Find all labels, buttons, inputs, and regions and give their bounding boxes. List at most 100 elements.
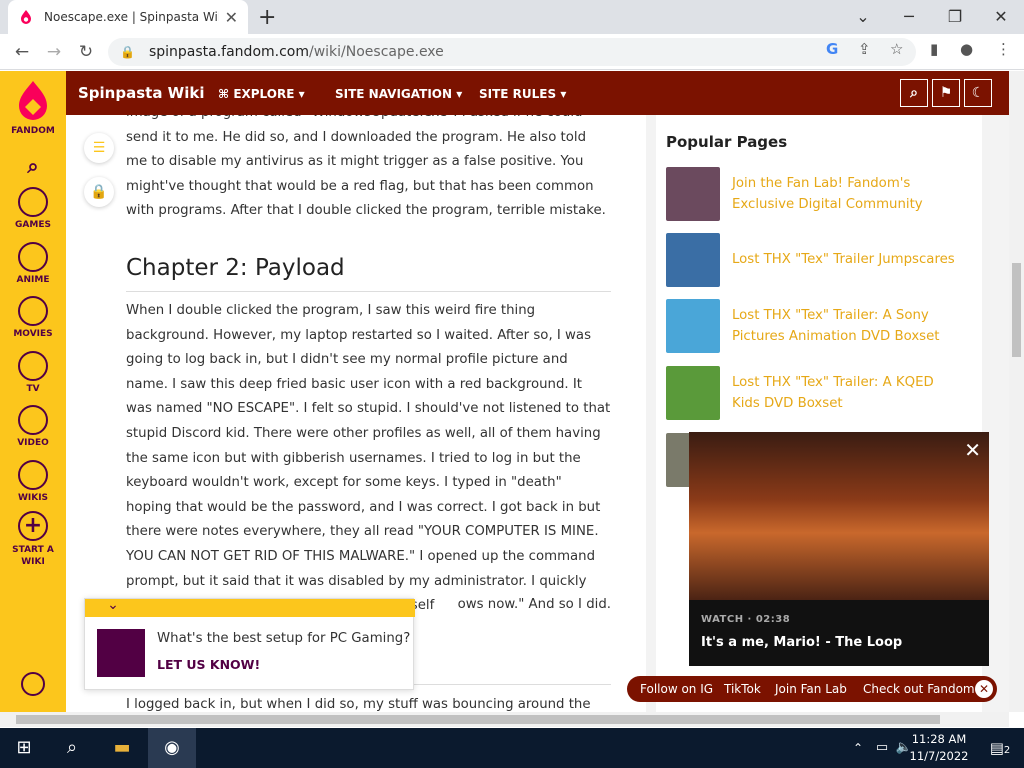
social-link-tiktok[interactable]: TikTok: [724, 682, 761, 696]
lock-icon[interactable]: 🔒: [84, 177, 114, 207]
poll-cta-link[interactable]: LET US KNOW!: [157, 657, 260, 672]
nav-site-navigation[interactable]: SITE NAVIGATION ▾: [335, 87, 462, 101]
restore-button[interactable]: ❐: [932, 3, 978, 31]
rail-search[interactable]: ⌕: [0, 151, 66, 184]
popular-page-item[interactable]: Lost THX "Tex" Trailer Jumpscares: [666, 233, 966, 287]
chrome-menu-icon[interactable]: ⋮: [996, 40, 1011, 58]
play-icon: [18, 405, 48, 435]
windows-start-icon[interactable]: ⊞: [0, 728, 48, 768]
search-icon: ⌕: [27, 154, 39, 178]
horizontal-scrollbar[interactable]: [0, 712, 1009, 727]
popular-page-item[interactable]: Lost THX "Tex" Trailer: A Sony Pictures …: [666, 299, 966, 353]
social-link-fanlab[interactable]: Join Fan Lab: [775, 682, 847, 696]
vertical-scrollbar[interactable]: [1009, 71, 1024, 712]
side-panel-icon[interactable]: ▮: [930, 40, 938, 58]
social-link-fandom[interactable]: Check out Fandom: [863, 682, 975, 696]
share-icon[interactable]: ⇪: [858, 40, 871, 58]
anime-icon: [18, 242, 48, 272]
notification-icon[interactable]: ▤2: [976, 728, 1024, 768]
wiki-name[interactable]: Spinpasta Wiki: [78, 84, 204, 102]
rail-item-games[interactable]: GAMES: [0, 187, 66, 230]
search-icon[interactable]: ⌕: [48, 728, 96, 768]
rail-item-movies[interactable]: MOVIES: [0, 296, 66, 339]
close-window-button[interactable]: ✕: [978, 3, 1024, 31]
fandom-global-nav: FANDOM ⌕ GAMES ANIME MOVIES TV VIDEO WIK…: [0, 71, 66, 712]
browser-tab[interactable]: Noescape.exe | Spinpasta Wiki | F ✕: [8, 0, 248, 34]
nav-explore[interactable]: ⌘ EXPLORE ▾: [218, 87, 305, 101]
discussions-icon[interactable]: ⚑: [932, 79, 960, 107]
google-icon[interactable]: G: [826, 40, 838, 58]
article-paragraph: I logged back in, but when I did so, my …: [126, 697, 591, 712]
social-close-icon[interactable]: ✕: [975, 680, 993, 698]
scroll-thumb[interactable]: [16, 715, 940, 724]
chevron-down-icon: ▾: [560, 87, 567, 101]
rail-item-label: TV: [26, 384, 40, 394]
video-title[interactable]: It's a me, Mario! - The Loop: [701, 635, 902, 650]
tab-search-icon[interactable]: ⌄: [840, 3, 886, 31]
tab-title: Noescape.exe | Spinpasta Wiki | F: [44, 10, 219, 24]
nav-site-rules[interactable]: SITE RULES ▾: [479, 87, 566, 101]
nav-site-navigation-label: SITE NAVIGATION: [335, 87, 453, 101]
wiki-search-icon[interactable]: ⌕: [900, 79, 928, 107]
chrome-icon[interactable]: ◉: [148, 728, 196, 768]
clock-time: 11:28 AM: [911, 732, 967, 746]
page-thumbnail: [666, 167, 720, 221]
bookmark-star-icon[interactable]: ☆: [890, 40, 903, 58]
toc-icon[interactable]: ☰: [84, 133, 114, 163]
video-close-icon[interactable]: ✕: [964, 438, 981, 462]
wiki-header: Spinpasta Wiki ⌘ EXPLORE ▾ SITE NAVIGATI…: [66, 71, 1018, 115]
profile-icon[interactable]: ●: [960, 40, 973, 58]
rail-item-tv[interactable]: TV: [0, 351, 66, 394]
forward-icon[interactable]: →: [42, 40, 66, 64]
video-thumbnail[interactable]: [689, 432, 989, 600]
notification-count: 2: [1003, 745, 1011, 756]
page-thumbnail: [666, 299, 720, 353]
poll-question: What's the best setup for PC Gaming?: [157, 631, 411, 646]
rail-item-anime[interactable]: ANIME: [0, 242, 66, 285]
popular-page-title[interactable]: Lost THX "Tex" Trailer Jumpscares: [732, 249, 962, 270]
chevron-down-icon: ▾: [456, 87, 463, 101]
rail-item-label: MOVIES: [13, 329, 53, 339]
chapter-heading: Chapter 2: Payload: [126, 255, 611, 292]
rail-item-start-a-wiki[interactable]: + START A WIKI: [0, 511, 66, 568]
url-host: spinpasta.fandom.com: [148, 44, 309, 60]
article-paragraph: image of a program called "WindowsUpdate…: [126, 115, 606, 219]
minimize-button[interactable]: ─: [886, 3, 932, 31]
new-tab-button[interactable]: +: [258, 5, 276, 30]
popular-page-title[interactable]: Lost THX "Tex" Trailer: A Sony Pictures …: [732, 305, 962, 347]
fandom-favicon-icon: [21, 10, 31, 24]
collapse-chevron-icon[interactable]: ⌄: [99, 597, 127, 619]
clock-date: 11/7/2022: [909, 749, 969, 763]
fandom-flame-icon: [19, 81, 47, 120]
explore-icon: ⌘: [218, 87, 234, 101]
file-explorer-icon[interactable]: ▬: [98, 728, 146, 768]
theme-toggle-icon[interactable]: ☾: [964, 79, 992, 107]
address-bar[interactable]: 🔒 spinpasta.fandom.com /wiki/Noescape.ex…: [108, 38, 916, 66]
book-icon: [18, 460, 48, 490]
page-thumbnail: [666, 233, 720, 287]
social-link-ig[interactable]: Follow on IG: [640, 682, 713, 696]
clock[interactable]: 11:28 AM 11/7/2022: [904, 731, 974, 765]
rail-item-label: ANIME: [16, 275, 50, 285]
rail-item-video[interactable]: VIDEO: [0, 405, 66, 448]
windows-taskbar: ⊞ ⌕ ▬ ◉ ⌃ ▭ 🔈 11:28 AM 11/7/2022 ▤2: [0, 728, 1024, 768]
video-player[interactable]: ✕ WATCH · 02:38 It's a me, Mario! - The …: [689, 432, 989, 666]
browser-tab-strip: Noescape.exe | Spinpasta Wiki | F ✕ + ⌄ …: [0, 0, 1024, 34]
popular-page-item[interactable]: Join the Fan Lab! Fandom's Exclusive Dig…: [666, 167, 966, 221]
fandom-logo[interactable]: FANDOM: [0, 79, 66, 136]
popular-page-title[interactable]: Join the Fan Lab! Fandom's Exclusive Dig…: [732, 173, 962, 215]
popular-page-title[interactable]: Lost THX "Tex" Trailer: A KQED Kids DVD …: [732, 372, 962, 414]
scroll-thumb[interactable]: [1012, 263, 1021, 357]
popular-page-item[interactable]: Lost THX "Tex" Trailer: A KQED Kids DVD …: [666, 366, 966, 420]
lock-icon: 🔒: [120, 45, 135, 59]
rail-item-label: START A WIKI: [12, 545, 54, 567]
browser-toolbar: ← → ↻ 🔒 spinpasta.fandom.com /wiki/Noesc…: [0, 34, 1024, 70]
back-icon[interactable]: ←: [10, 40, 34, 64]
tab-close-icon[interactable]: ✕: [225, 8, 238, 27]
rail-item-wikis[interactable]: WIKIS: [0, 460, 66, 503]
plus-icon: +: [18, 511, 48, 541]
reload-icon[interactable]: ↻: [74, 40, 98, 64]
rail-user[interactable]: [0, 672, 66, 699]
user-icon: [21, 672, 45, 696]
rail-item-label: WIKIS: [17, 493, 49, 503]
